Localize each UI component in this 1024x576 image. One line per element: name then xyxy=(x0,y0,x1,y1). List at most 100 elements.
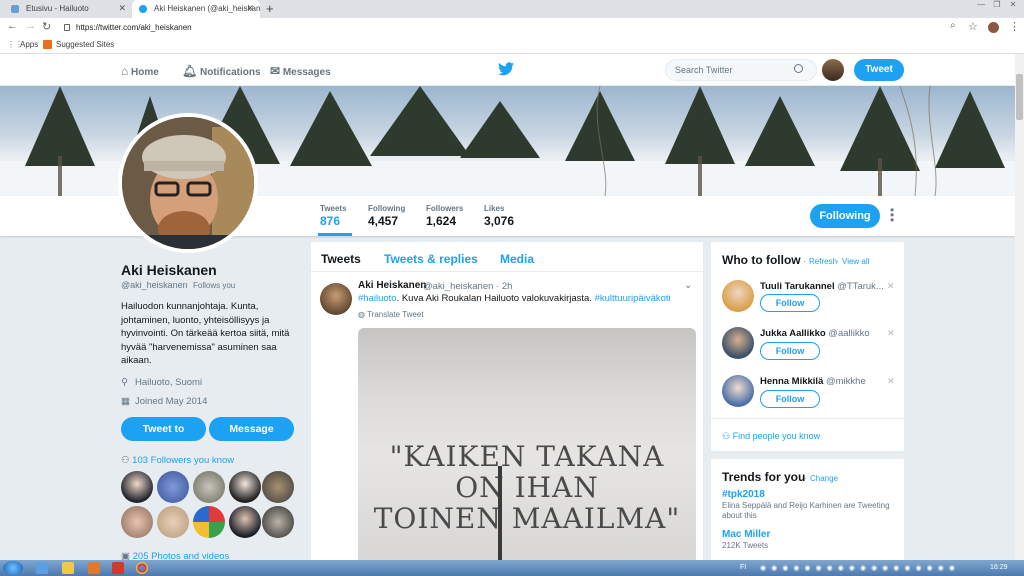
follower-avatar[interactable] xyxy=(121,471,153,503)
calendar-icon: ▦ xyxy=(121,396,130,407)
dismiss-icon[interactable]: ✕ xyxy=(887,281,895,292)
follower-avatar[interactable] xyxy=(193,471,225,503)
suggested-user-name[interactable]: Tuuli Tarukannel @TTaruk... xyxy=(760,281,884,292)
dismiss-icon[interactable]: ✕ xyxy=(887,376,895,387)
translate-text: Translate Tweet xyxy=(367,310,424,319)
follower-avatar[interactable] xyxy=(157,506,189,538)
tab-tweets[interactable]: Tweets xyxy=(321,252,361,266)
stat-label: Following xyxy=(368,204,406,213)
zoom-icon[interactable]: ⌕ xyxy=(950,20,956,31)
follower-avatar[interactable] xyxy=(262,506,294,538)
suggested-user-avatar[interactable] xyxy=(722,375,754,407)
profile-photo[interactable] xyxy=(118,113,258,253)
browser-profile-avatar[interactable] xyxy=(988,22,999,33)
find-people-link[interactable]: ⚇ Find people you know xyxy=(722,431,820,442)
tray-icons[interactable]: ◉◉◉◉◉◉◉◉◉◉◉◉◉◉◉◉◉◉ xyxy=(760,564,960,572)
office-icon[interactable] xyxy=(112,562,124,574)
tweet-image[interactable]: "KAIKEN TAKANA ON IHAN TOINEN MAAILMA" xyxy=(358,328,696,560)
restore-icon[interactable]: ❐ xyxy=(990,0,1004,10)
follower-avatar[interactable] xyxy=(157,471,189,503)
tweet-to-button[interactable]: Tweet to xyxy=(121,417,206,441)
view-all-link[interactable]: View all xyxy=(842,257,869,266)
bookmarks-bar xyxy=(0,37,1024,54)
user-handle: @TTaruk... xyxy=(837,281,884,292)
profile-name[interactable]: Aki Heiskanen xyxy=(121,262,217,278)
people-icon: ⚇ xyxy=(121,455,130,466)
trend-name[interactable]: #tpk2018 xyxy=(722,489,765,500)
user-name: Henna Mikkilä xyxy=(760,376,824,387)
stat-followers[interactable]: Followers 1,624 xyxy=(426,204,463,228)
following-button[interactable]: Following xyxy=(810,204,880,228)
stat-likes[interactable]: Likes 3,076 xyxy=(484,204,514,228)
refresh-link[interactable]: Refresh xyxy=(809,257,837,266)
follower-avatar[interactable] xyxy=(229,506,261,538)
followers-you-know-link[interactable]: ⚇ 103 Followers you know xyxy=(121,455,234,466)
stat-value: 3,076 xyxy=(484,214,515,228)
stat-tweets[interactable]: Tweets 876 xyxy=(320,204,347,228)
more-options-icon[interactable]: • • • xyxy=(890,204,894,226)
chevron-down-icon[interactable]: ⌄ xyxy=(684,280,692,291)
change-trends-link[interactable]: Change xyxy=(810,474,838,483)
start-button-icon[interactable] xyxy=(3,561,23,575)
bookmark-suggested-sites[interactable]: Suggested Sites xyxy=(56,40,114,49)
follower-avatar[interactable] xyxy=(262,471,294,503)
dismiss-icon[interactable]: ✕ xyxy=(887,328,895,339)
follower-avatar[interactable] xyxy=(193,506,225,538)
joined-text: Joined May 2014 xyxy=(135,396,208,407)
nav-messages[interactable]: ✉ Messages xyxy=(270,64,331,78)
new-tab-icon[interactable]: + xyxy=(266,1,274,16)
hashtag-link[interactable]: #kulttuuripäiväkoti xyxy=(595,293,671,304)
menu-icon[interactable]: ⋮ xyxy=(1009,20,1020,33)
close-icon[interactable]: ✕ xyxy=(118,3,126,14)
follows-you-badge: Follows you xyxy=(193,281,236,290)
page-scrollbar[interactable] xyxy=(1015,54,1024,560)
tab-tweets-replies[interactable]: Tweets & replies xyxy=(384,252,478,266)
follower-avatar[interactable] xyxy=(121,506,153,538)
trend-name[interactable]: Mac Miller xyxy=(722,529,770,540)
followers-you-know-text: 103 Followers you know xyxy=(132,455,235,466)
tweet-author-avatar[interactable] xyxy=(320,283,352,315)
media-player-icon[interactable] xyxy=(88,562,100,574)
scrollbar-thumb[interactable] xyxy=(1016,74,1023,120)
lock-icon xyxy=(64,24,70,31)
twitter-bird-icon[interactable] xyxy=(498,62,514,76)
follow-button[interactable]: Follow xyxy=(760,294,820,312)
suggested-user-avatar[interactable] xyxy=(722,280,754,312)
follow-button[interactable]: Follow xyxy=(760,390,820,408)
browser-tab-twitter[interactable]: Aki Heiskanen (@aki_heiskanen) | Tw ✕ xyxy=(132,0,260,18)
stat-following[interactable]: Following 4,457 xyxy=(368,204,405,228)
tweet-button[interactable]: Tweet xyxy=(854,59,904,81)
nav-home[interactable]: ⌂ Home xyxy=(121,64,159,78)
window-close-icon[interactable]: ✕ xyxy=(1006,0,1020,10)
nav-notifications[interactable]: 🔔︎ Notifications xyxy=(182,64,261,78)
bookmark-apps[interactable]: Apps xyxy=(20,40,38,49)
search-icon[interactable] xyxy=(794,64,803,73)
language-indicator[interactable]: FI xyxy=(740,564,746,571)
browser-tab-hailuoto[interactable]: Etusivu - Hailuoto ✕ xyxy=(4,0,132,18)
tab-media[interactable]: Media xyxy=(500,252,534,266)
back-icon[interactable]: ← xyxy=(7,20,18,32)
message-button[interactable]: Message xyxy=(209,417,294,441)
chrome-icon[interactable] xyxy=(136,562,148,574)
suggested-user-avatar[interactable] xyxy=(722,327,754,359)
minimize-icon[interactable]: — xyxy=(974,0,988,10)
account-avatar[interactable] xyxy=(822,59,844,81)
close-icon[interactable]: ✕ xyxy=(246,3,254,14)
follow-button[interactable]: Follow xyxy=(760,342,820,360)
reload-icon[interactable]: ↻ xyxy=(42,20,51,33)
suggested-user-name[interactable]: Henna Mikkilä @mikkhe xyxy=(760,376,866,387)
hashtag-link[interactable]: #hailuoto xyxy=(358,293,397,304)
find-people-text: Find people you know xyxy=(732,431,821,441)
taskbar-clock[interactable]: 16:29 xyxy=(990,564,1008,571)
star-icon[interactable]: ☆ xyxy=(968,20,978,33)
suggested-user-name[interactable]: Jukka Aallikko @aallikko xyxy=(760,328,870,339)
tweet-author-name[interactable]: Aki Heiskanen xyxy=(358,280,426,291)
follower-avatar[interactable] xyxy=(229,471,261,503)
tweet-author-handle[interactable]: @aki_heiskanen · 2h xyxy=(423,281,512,292)
forward-icon[interactable]: → xyxy=(25,20,36,32)
url-input[interactable]: https://twitter.com/aki_heiskanen xyxy=(62,20,938,36)
explorer-icon[interactable] xyxy=(62,562,74,574)
translate-tweet-link[interactable]: ◍ Translate Tweet xyxy=(358,310,424,319)
profile-handle[interactable]: @aki_heiskanen xyxy=(121,280,188,290)
ie-icon[interactable] xyxy=(36,562,48,574)
